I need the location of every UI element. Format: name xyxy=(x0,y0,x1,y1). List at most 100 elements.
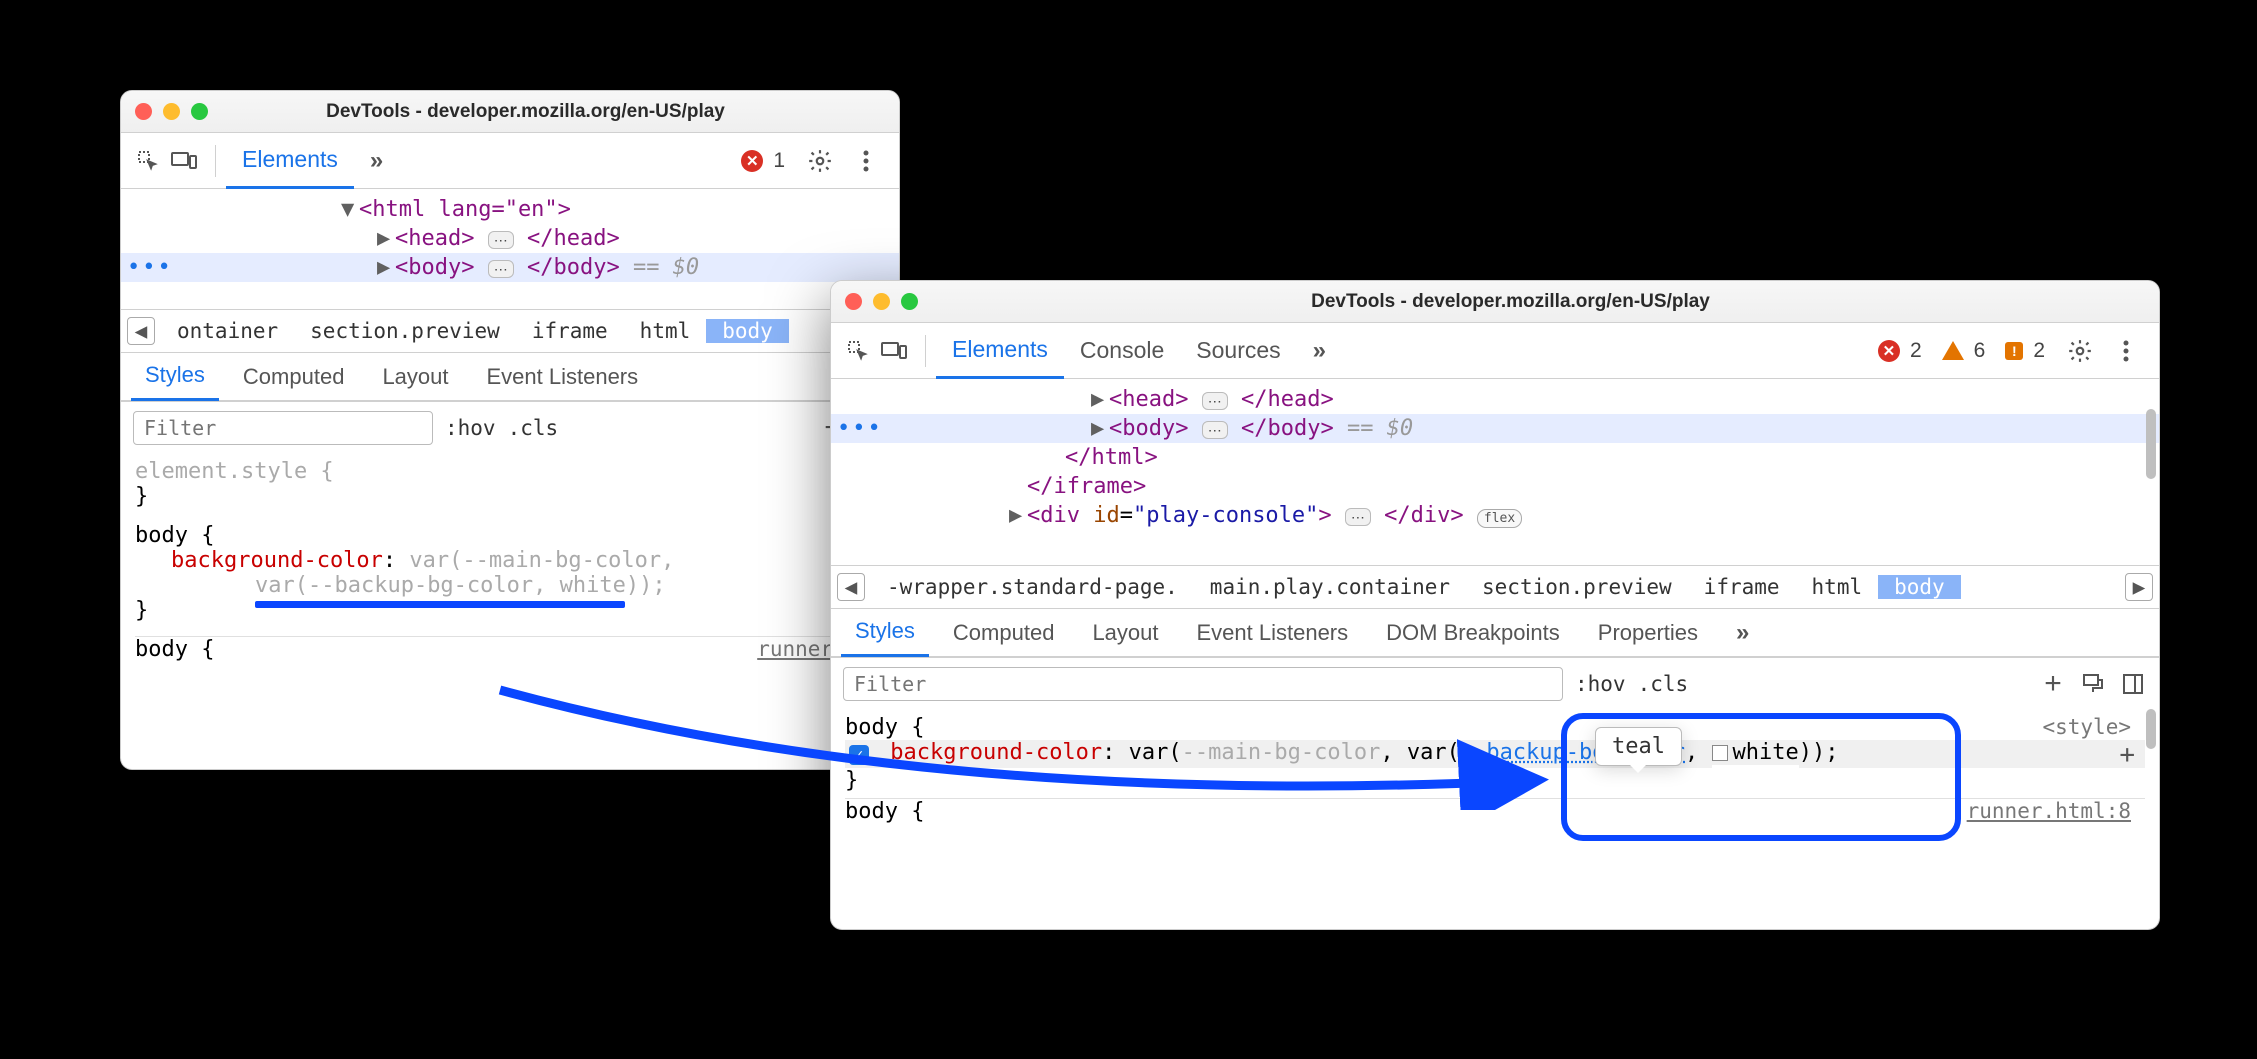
error-icon[interactable]: ✕ xyxy=(1878,340,1900,362)
css-prop[interactable]: background-color xyxy=(890,740,1102,765)
dom-line[interactable]: </iframe> xyxy=(831,472,2159,501)
minimize-dot[interactable] xyxy=(163,103,180,120)
dom-line[interactable]: ▼<html lang="en"> xyxy=(121,195,899,224)
filter-input[interactable] xyxy=(133,411,433,445)
device-icon[interactable] xyxy=(879,336,909,366)
crumb[interactable]: iframe xyxy=(516,319,624,343)
ellipsis-icon[interactable]: ⋯ xyxy=(1202,392,1228,410)
rule-checkbox[interactable]: ✓ xyxy=(849,745,869,765)
info-count[interactable]: 2 xyxy=(2033,339,2045,363)
dom-tree[interactable]: ▼<html lang="en"> ▶<head> ⋯ </head> ••• … xyxy=(121,189,899,309)
dom-tree[interactable]: ▶<head> ⋯ </head> ••• ▶<body> ⋯ </body> … xyxy=(831,379,2159,565)
tab-console[interactable]: Console xyxy=(1064,323,1180,379)
paint-icon[interactable] xyxy=(2079,670,2107,698)
close-dot[interactable] xyxy=(845,293,862,310)
dom-line-selected[interactable]: ••• ▶<body> ⋯ </body> == $0 xyxy=(831,414,2159,443)
dom-line[interactable]: ▶<head> ⋯ </head> xyxy=(831,385,2159,414)
window-title: DevTools - developer.mozilla.org/en-US/p… xyxy=(936,291,2085,313)
subtab-dom-breakpoints[interactable]: DOM Breakpoints xyxy=(1372,609,1574,657)
info-icon[interactable]: ! xyxy=(2005,342,2023,360)
cls-toggle[interactable]: .cls xyxy=(1638,672,1689,696)
tab-sources[interactable]: Sources xyxy=(1180,323,1296,379)
crumb[interactable]: ontainer xyxy=(161,319,294,343)
dom-line[interactable]: ▶<head> ⋯ </head> xyxy=(121,224,899,253)
close-dot[interactable] xyxy=(135,103,152,120)
error-icon[interactable]: ✕ xyxy=(741,150,763,172)
tab-elements[interactable]: Elements xyxy=(936,323,1064,379)
crumb-selected[interactable]: body xyxy=(1878,575,1961,599)
zoom-dot[interactable] xyxy=(191,103,208,120)
devtools-window-2: DevTools - developer.mozilla.org/en-US/p… xyxy=(830,280,2160,930)
tab-elements[interactable]: Elements xyxy=(226,133,354,189)
ellipsis-icon[interactable]: ⋯ xyxy=(488,260,514,278)
css-rules[interactable]: element.style { } <st body { background-… xyxy=(121,453,899,668)
crumb-left-arrow[interactable]: ◀ xyxy=(127,317,155,345)
crumb[interactable]: iframe xyxy=(1688,575,1796,599)
dom-line-selected[interactable]: ••• ▶<body> ⋯ </body> == $0 xyxy=(121,253,899,282)
flex-badge[interactable]: flex xyxy=(1477,509,1522,528)
css-selector[interactable]: body { xyxy=(135,523,214,548)
dom-line[interactable]: </html> xyxy=(831,443,2159,472)
filter-input[interactable] xyxy=(843,667,1563,701)
ellipsis-icon[interactable]: ⋯ xyxy=(488,231,514,249)
ellipsis-icon[interactable]: ⋯ xyxy=(1202,421,1228,439)
warning-icon[interactable] xyxy=(1942,341,1964,360)
kebab-icon[interactable] xyxy=(2111,336,2141,366)
subtab-layout[interactable]: Layout xyxy=(1078,609,1172,657)
window-title: DevTools - developer.mozilla.org/en-US/p… xyxy=(226,101,825,123)
gear-icon[interactable] xyxy=(805,146,835,176)
tabs-overflow-icon[interactable]: » xyxy=(354,133,399,189)
subtab-computed[interactable]: Computed xyxy=(939,609,1069,657)
main-toolbar: Elements » ✕ 1 xyxy=(121,133,899,189)
warning-count[interactable]: 6 xyxy=(1974,339,1986,363)
tabs-overflow-icon[interactable]: » xyxy=(1297,323,1342,379)
crumb-left-arrow[interactable]: ◀ xyxy=(837,573,865,601)
subtab-computed[interactable]: Computed xyxy=(229,353,359,401)
css-val[interactable]: var(--main-bg-color, xyxy=(409,548,674,573)
css-selector[interactable]: body { xyxy=(135,637,214,662)
subtab-event-listeners[interactable]: Event Listeners xyxy=(473,353,653,401)
minimize-dot[interactable] xyxy=(873,293,890,310)
add-declaration-icon[interactable]: + xyxy=(2119,740,2135,770)
crumb[interactable]: html xyxy=(624,319,707,343)
cls-toggle[interactable]: .cls xyxy=(508,416,559,440)
scrollbar-thumb[interactable] xyxy=(2146,409,2156,479)
gear-icon[interactable] xyxy=(2065,336,2095,366)
subtab-styles[interactable]: Styles xyxy=(841,609,929,657)
subtab-layout[interactable]: Layout xyxy=(368,353,462,401)
scrollbar-thumb[interactable] xyxy=(2146,709,2156,749)
css-prop[interactable]: background-color xyxy=(171,548,383,573)
ellipsis-icon[interactable]: ••• xyxy=(837,416,883,441)
css-selector[interactable]: body { xyxy=(845,799,924,824)
crumb[interactable]: section.preview xyxy=(1466,575,1688,599)
error-count[interactable]: 1 xyxy=(773,149,785,173)
crumb[interactable]: section.preview xyxy=(294,319,516,343)
separator xyxy=(925,335,926,367)
error-count[interactable]: 2 xyxy=(1910,339,1922,363)
crumb[interactable]: -wrapper.standard-page. xyxy=(871,575,1194,599)
hov-toggle[interactable]: :hov xyxy=(445,416,496,440)
crumb[interactable]: html xyxy=(1796,575,1879,599)
inspect-icon[interactable] xyxy=(133,146,163,176)
device-icon[interactable] xyxy=(169,146,199,176)
zoom-dot[interactable] xyxy=(901,293,918,310)
css-source-link[interactable]: runner.html:8 xyxy=(1967,799,2131,823)
kebab-icon[interactable] xyxy=(851,146,881,176)
annotation-highlight xyxy=(1561,713,1961,841)
new-style-icon[interactable]: + xyxy=(2039,670,2067,698)
subtabs-overflow-icon[interactable]: » xyxy=(1722,609,1763,657)
crumb[interactable]: main.play.container xyxy=(1194,575,1466,599)
ellipsis-icon[interactable]: ⋯ xyxy=(1345,508,1371,526)
hov-toggle[interactable]: :hov xyxy=(1575,672,1626,696)
inspect-icon[interactable] xyxy=(843,336,873,366)
crumb-right-arrow[interactable]: ▶ xyxy=(2125,573,2153,601)
subtab-styles[interactable]: Styles xyxy=(131,353,219,401)
computed-panel-icon[interactable] xyxy=(2119,670,2147,698)
css-selector[interactable]: body { xyxy=(845,715,924,740)
dom-line[interactable]: ▶<div id="play-console"> ⋯ </div> flex xyxy=(831,501,2159,530)
subtab-event-listeners[interactable]: Event Listeners xyxy=(1183,609,1363,657)
css-source[interactable]: <style> xyxy=(2042,715,2131,739)
crumb-selected[interactable]: body xyxy=(706,319,789,343)
subtab-properties[interactable]: Properties xyxy=(1584,609,1712,657)
ellipsis-icon[interactable]: ••• xyxy=(127,255,173,280)
